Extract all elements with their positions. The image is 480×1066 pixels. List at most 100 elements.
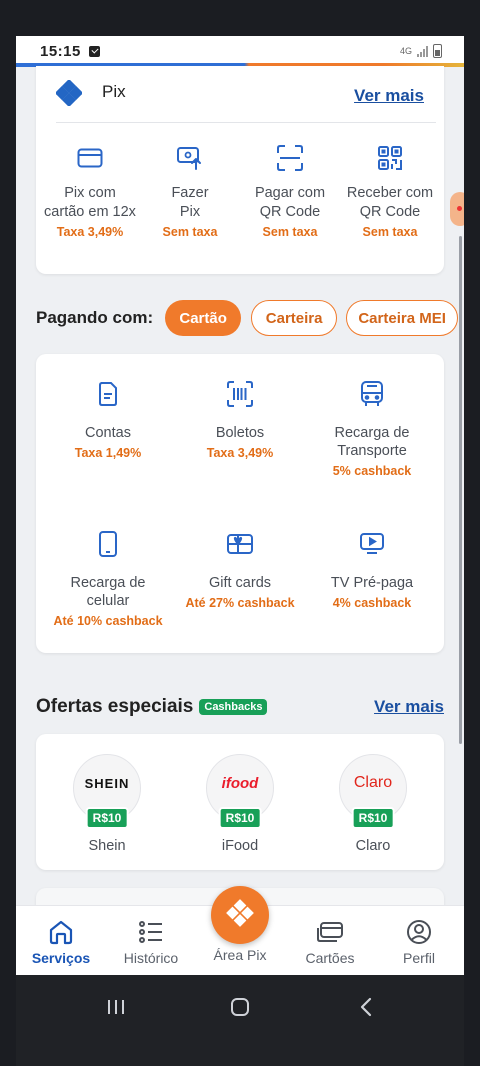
back-icon[interactable] <box>354 995 378 1019</box>
claro-logo: Claro R$10 <box>339 754 407 829</box>
cards-icon <box>285 918 375 946</box>
pix-icon <box>226 899 254 931</box>
action-note: Sem taxa <box>262 225 318 239</box>
pix-header: Pix <box>56 80 126 106</box>
action-label-line1: Receber com <box>346 185 434 201</box>
service-label: Contas <box>85 425 131 441</box>
floating-edge-handle[interactable] <box>450 192 464 226</box>
scrollbar[interactable] <box>459 236 462 744</box>
service-label: TV Pré-paga <box>330 575 414 591</box>
offer-name: Shein <box>88 838 126 854</box>
offer-ifood[interactable]: ifood R$10 iFood <box>180 754 300 854</box>
divider <box>56 122 436 123</box>
chip-carteira[interactable]: Carteira <box>251 300 338 336</box>
action-label-line2: Pix <box>179 204 201 220</box>
system-navigation-bar <box>16 975 464 1066</box>
offer-name: Claro <box>355 838 391 854</box>
nav-servicos[interactable]: Serviços <box>16 918 106 966</box>
home-button-icon[interactable] <box>228 995 252 1019</box>
chip-cartao[interactable]: Cartão <box>165 300 242 336</box>
network-label: 4G <box>399 46 412 56</box>
pix-title: Pix <box>102 82 126 101</box>
offer-shein[interactable]: SHEIN R$10 Shein <box>47 754 167 854</box>
cashback-price: R$10 <box>85 807 129 829</box>
service-label-line2: celular <box>86 593 130 609</box>
service-label-line2: Transporte <box>337 443 407 459</box>
offer-claro[interactable]: Claro R$10 Claro <box>313 754 433 854</box>
pix-card-installments-button[interactable]: Pix com cartão em 12x Taxa 3,49% <box>38 138 142 239</box>
gift-card-icon <box>172 526 308 562</box>
phone-icon <box>40 526 176 562</box>
offers-card: SHEIN R$10 Shein ifood R$10 iFood Claro … <box>36 734 444 870</box>
action-label-line2: QR Code <box>359 204 421 220</box>
service-tv-prepaga[interactable]: TV Pré-paga 4% cashback <box>304 526 440 610</box>
service-note: 4% cashback <box>332 596 412 610</box>
battery-icon <box>433 44 442 58</box>
pay-qr-code-button[interactable]: Pagar com QR Code Sem taxa <box>238 138 342 239</box>
action-note: Taxa 3,49% <box>56 225 124 239</box>
nav-label: Cartões <box>305 950 355 966</box>
action-label-line1: Pix com <box>64 185 116 201</box>
pix-card: Pix Ver mais Pix com cartão em 12x Taxa 3… <box>36 66 444 274</box>
qr-scan-icon <box>238 138 342 178</box>
service-label: Boletos <box>215 425 265 441</box>
clock: 15:15 <box>40 42 81 60</box>
status-icons: 4G <box>400 44 442 58</box>
nav-label: Perfil <box>403 950 435 966</box>
phone-screen: 15:15 4G Pix Ver mais Pix com cartão em … <box>16 36 464 1066</box>
service-recarga-celular[interactable]: Recarga de celular Até 10% cashback <box>40 526 176 628</box>
action-label-line2: QR Code <box>259 204 321 220</box>
action-note: Sem taxa <box>162 225 218 239</box>
shein-logo: SHEIN R$10 <box>73 754 141 829</box>
service-boletos[interactable]: Boletos Taxa 3,49% <box>172 376 308 460</box>
offers-header: Ofertas especiais Cashbacks Ver mais <box>36 692 444 722</box>
make-pix-button[interactable]: Fazer Pix Sem taxa <box>138 138 242 239</box>
shein-logo-text: SHEIN <box>84 775 130 791</box>
service-gift-cards[interactable]: Gift cards Até 27% cashback <box>172 526 308 610</box>
send-pix-icon <box>138 138 242 178</box>
service-label-line1: Recarga de <box>70 575 146 591</box>
cashbacks-badge: Cashbacks <box>199 699 268 715</box>
bill-icon <box>40 376 176 412</box>
service-note: Até 10% cashback <box>53 614 163 628</box>
action-label-line1: Pagar com <box>254 185 326 201</box>
services-card: Contas Taxa 1,49% Boletos Taxa 3,49% Rec… <box>36 354 444 653</box>
service-note: Taxa 1,49% <box>74 446 142 460</box>
chip-carteira-mei[interactable]: Carteira MEI <box>346 300 459 336</box>
card-icon <box>38 138 142 178</box>
service-note: 5% cashback <box>332 464 412 478</box>
home-icon <box>16 918 106 946</box>
ifood-logo: ifood R$10 <box>206 754 274 829</box>
action-label-line1: Fazer <box>171 185 209 201</box>
paying-with-selector: Pagando com: Cartão Carteira Carteira ME… <box>36 298 464 338</box>
ifood-logo-text: ifood <box>221 774 259 792</box>
cashback-price: R$10 <box>351 807 395 829</box>
nav-historico[interactable]: Histórico <box>106 918 196 966</box>
pix-see-more-link[interactable]: Ver mais <box>354 86 424 106</box>
nav-area-pix-label[interactable]: Área Pix <box>192 947 288 963</box>
recent-apps-icon[interactable] <box>104 995 128 1019</box>
offers-title: Ofertas especiais <box>36 696 194 717</box>
notification-icon <box>88 45 100 57</box>
service-contas[interactable]: Contas Taxa 1,49% <box>40 376 176 460</box>
receive-qr-code-button[interactable]: Receber com QR Code Sem taxa <box>338 138 442 239</box>
cashback-price: R$10 <box>218 807 262 829</box>
service-label-line1: Recarga de <box>334 425 410 441</box>
status-bar: 15:15 4G <box>16 36 464 66</box>
nav-label: Serviços <box>31 950 91 966</box>
bus-icon <box>304 376 440 412</box>
service-note: Taxa 3,49% <box>206 446 274 460</box>
pix-logo-icon <box>56 80 82 106</box>
qr-code-icon <box>338 138 442 178</box>
nav-label: Histórico <box>123 950 179 966</box>
nav-cartoes[interactable]: Cartões <box>285 918 375 966</box>
barcode-icon <box>172 376 308 412</box>
profile-icon <box>374 918 464 946</box>
nav-perfil[interactable]: Perfil <box>374 918 464 966</box>
tv-icon <box>304 526 440 562</box>
claro-logo-text: Claro <box>353 774 393 791</box>
action-note: Sem taxa <box>362 225 418 239</box>
service-transporte[interactable]: Recarga de Transporte 5% cashback <box>304 376 440 478</box>
area-pix-fab[interactable] <box>211 886 269 944</box>
offers-see-more-link[interactable]: Ver mais <box>374 697 444 717</box>
